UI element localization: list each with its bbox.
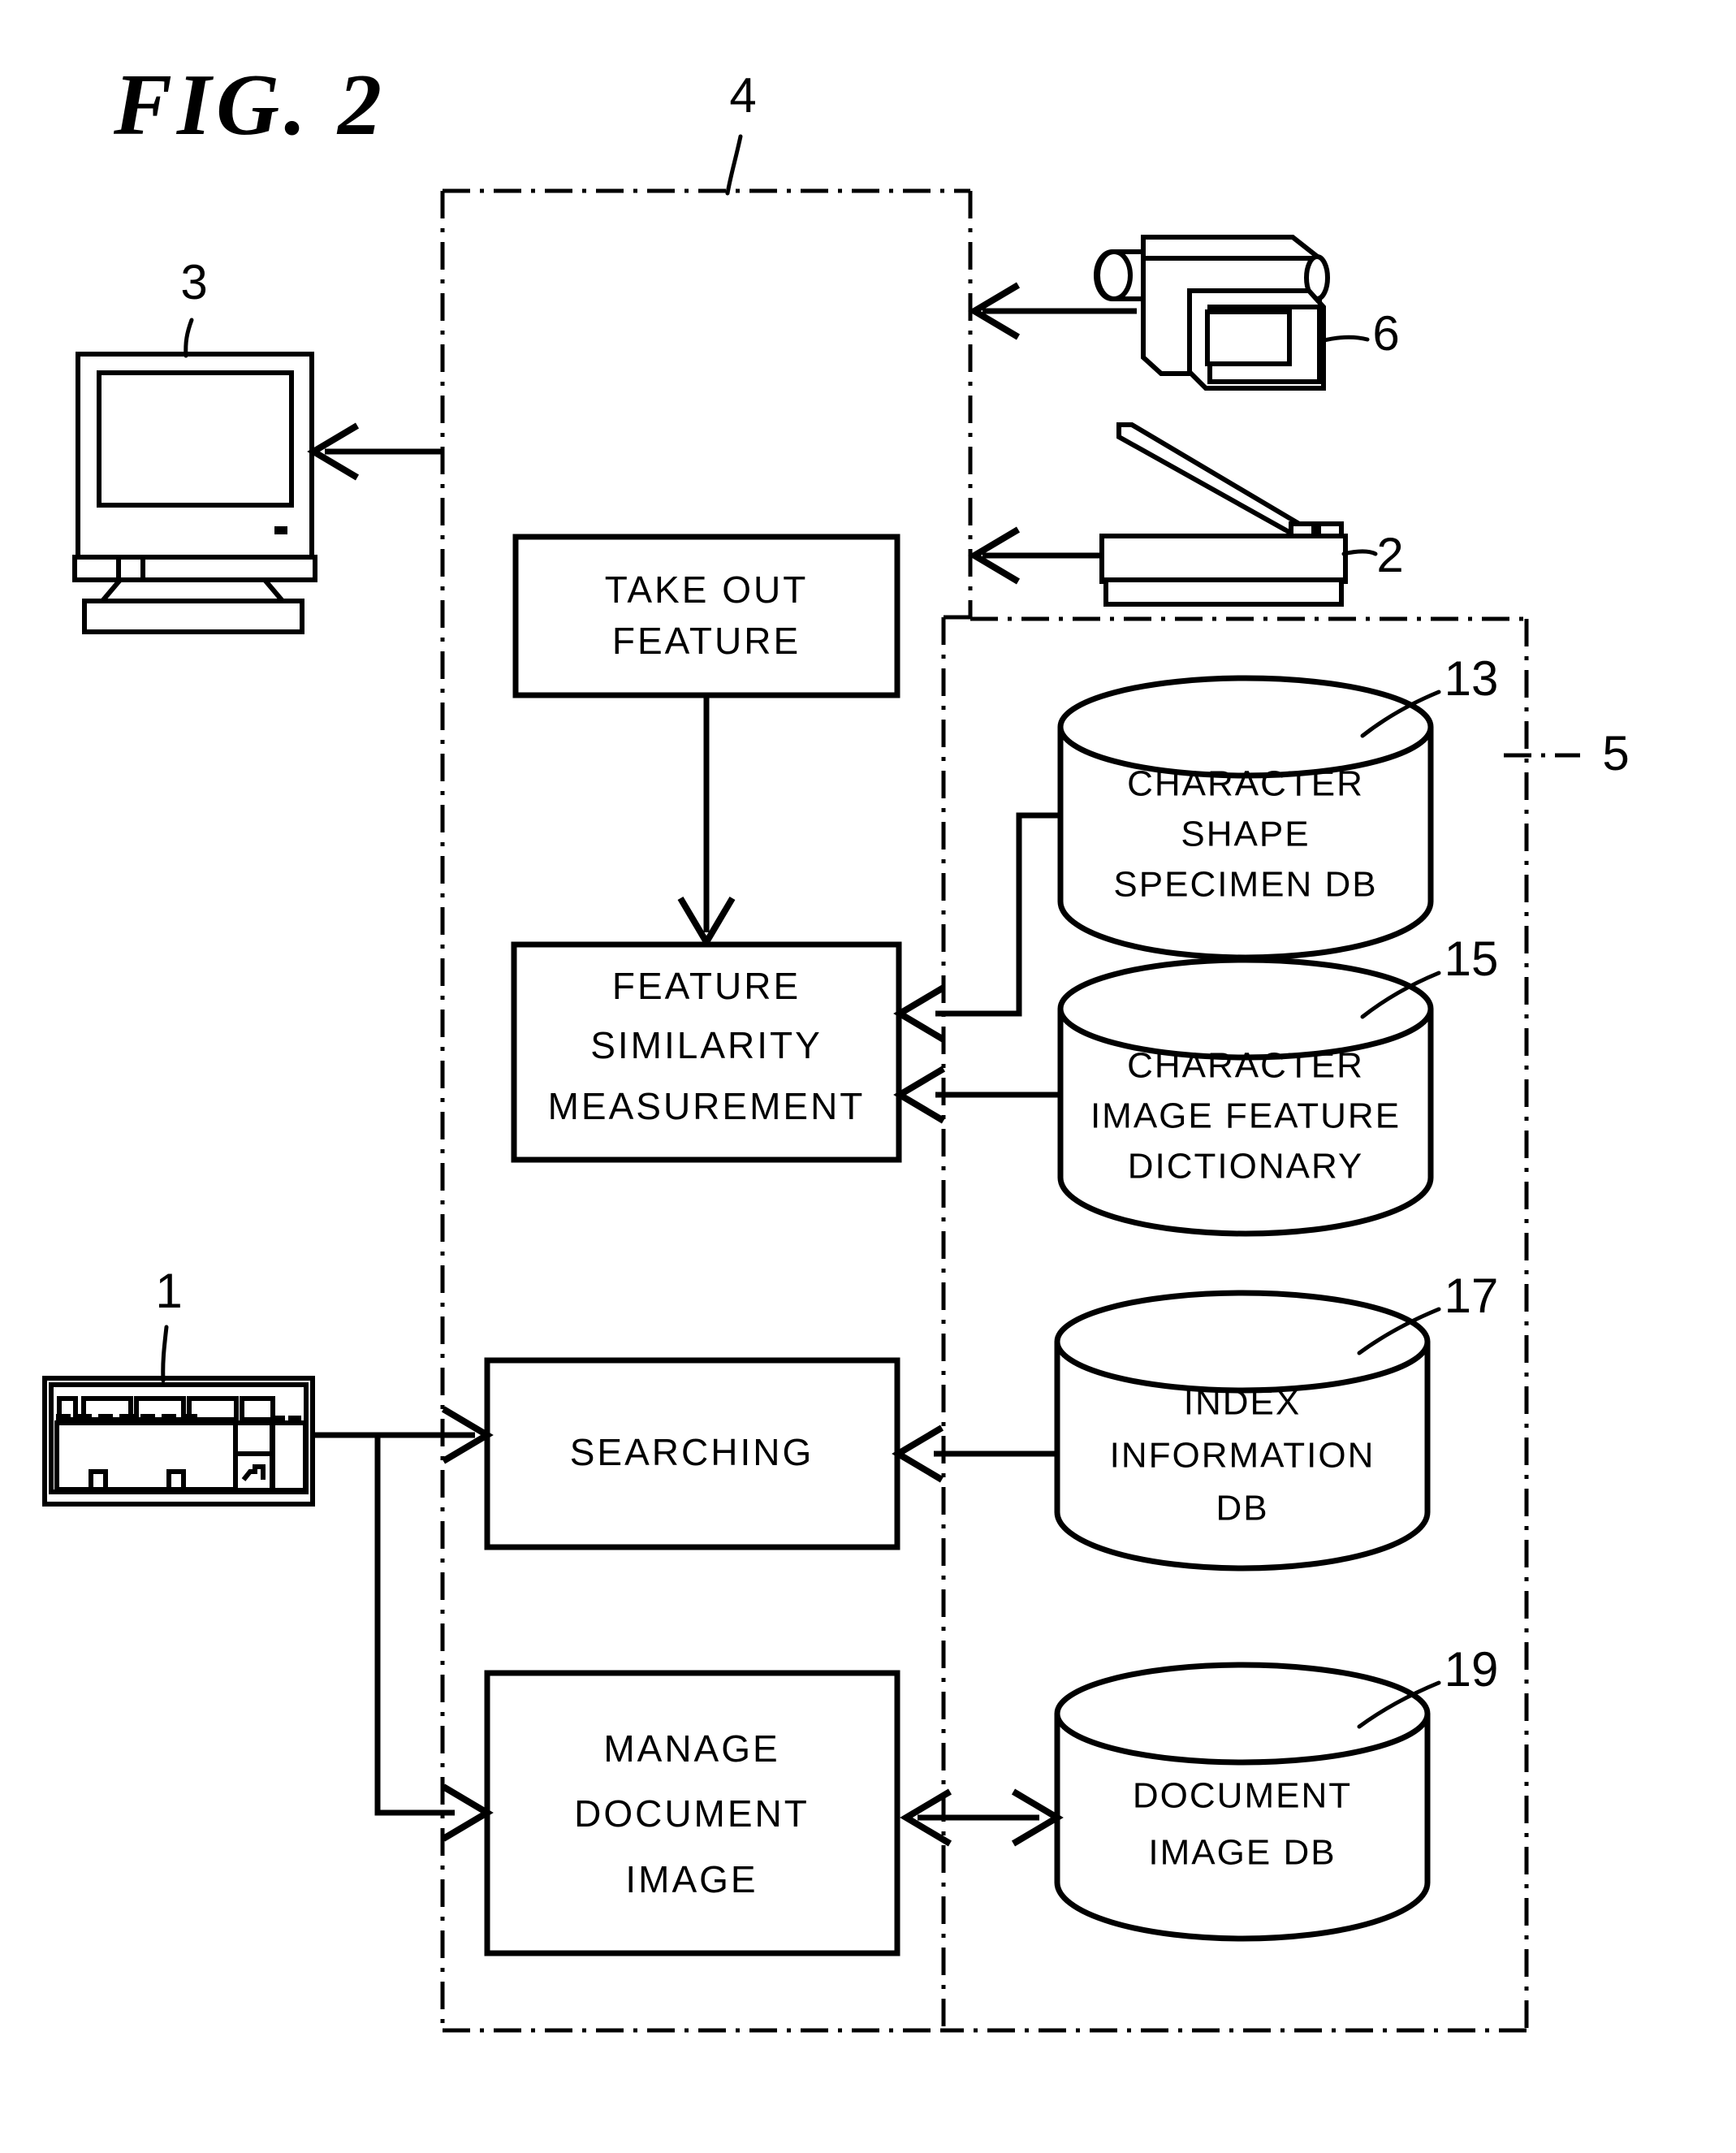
feature-similarity-label-line2: SIMILARITY (590, 1024, 823, 1066)
manage-doc-label-line1: MANAGE (603, 1727, 779, 1770)
arrow-region4-to-monitor (307, 422, 443, 481)
take-out-feature-label-line2: FEATURE (612, 620, 801, 662)
camera-lens-front (1095, 249, 1133, 301)
ref-numeral-17: 17 (1445, 1269, 1499, 1323)
db19-label-line1: DOCUMENT (1133, 1776, 1352, 1816)
scanner-body-base (1103, 577, 1344, 607)
keyboard-numpad (270, 1420, 308, 1493)
take-out-feature-label-line1: TAKE OUT (605, 569, 809, 611)
connector-managedoc-to-db19 (900, 1788, 1064, 1847)
db15-label-line2: IMAGE FEATURE (1090, 1096, 1401, 1136)
take-out-feature-rect[interactable] (512, 534, 900, 698)
keyboard-nav-cluster-top (233, 1420, 274, 1456)
searching-box[interactable]: SEARCHING (484, 1357, 900, 1550)
db19-label-line2: IMAGE DB (1148, 1833, 1336, 1873)
monitor-stand-base (82, 599, 304, 634)
db19-top-ellipse (1054, 1662, 1431, 1766)
db13-label-line2: SHAPE (1181, 815, 1310, 854)
monitor-bezel-strip (72, 555, 317, 582)
ref-numeral-13: 13 (1445, 651, 1499, 706)
db17-top-ellipse (1054, 1290, 1431, 1394)
crt-monitor-icon[interactable]: 3 (72, 255, 317, 634)
feature-similarity-label-line3: MEASUREMENT (548, 1085, 866, 1127)
db13-label-line3: SPECIMEN DB (1113, 865, 1377, 905)
db13-label-line1: CHARACTER (1127, 764, 1364, 804)
ref-numeral-15: 15 (1445, 932, 1499, 986)
connector-keyboard-to-processes (313, 1406, 494, 1842)
connector-db13-to-similarity (893, 812, 1060, 1043)
monitor-stand-neck (100, 578, 285, 603)
ref-numeral-1: 1 (155, 1264, 182, 1318)
db17-label-line3: DB (1216, 1489, 1268, 1528)
db17-label-line2: INFORMATION (1110, 1436, 1375, 1476)
index-information-db[interactable]: INDEX INFORMATION DB 17 (1054, 1269, 1499, 1572)
keyboard-fkey-group-4 (240, 1396, 275, 1422)
db17-label-line1: INDEX (1184, 1383, 1301, 1423)
figure-canvas: FIG. 2 4 5 TAKE OUT FEATURE FEATURE SIMI… (42, 57, 1630, 2033)
arrow-scanner-to-region4 (968, 526, 1102, 585)
ref-numeral-6: 6 (1372, 306, 1399, 361)
ref-numeral-3: 3 (180, 255, 207, 309)
monitor-power-led (274, 526, 287, 534)
feature-similarity-measurement-box[interactable]: FEATURE SIMILARITY MEASUREMENT (511, 941, 902, 1163)
feature-similarity-label-line1: FEATURE (612, 965, 801, 1007)
keyboard-icon[interactable]: 1 (42, 1264, 315, 1507)
manage-doc-label-line3: IMAGE (625, 1858, 758, 1900)
connector-db15-to-similarity (893, 1066, 1060, 1124)
searching-label: SEARCHING (570, 1431, 814, 1473)
ref-numeral-4: 4 (729, 68, 756, 123)
camera-lcd-inner (1205, 309, 1292, 366)
manage-document-image-box[interactable]: MANAGE DOCUMENT IMAGE (484, 1670, 900, 1956)
document-image-db[interactable]: DOCUMENT IMAGE DB 19 (1054, 1642, 1499, 1942)
monitor-screen (97, 370, 294, 508)
ref-4-leader-line (725, 134, 743, 196)
character-shape-specimen-db[interactable]: CHARACTER SHAPE SPECIMEN DB 13 (1057, 651, 1499, 961)
take-out-feature-box[interactable]: TAKE OUT FEATURE (512, 534, 900, 698)
video-camera-icon[interactable]: 6 (1094, 235, 1400, 391)
ref-3-leader-line (184, 318, 194, 358)
ref-2-leader-line (1341, 549, 1378, 556)
ref-numeral-2: 2 (1376, 528, 1403, 582)
manage-doc-label-line2: DOCUMENT (574, 1792, 810, 1835)
db13-connector-path (935, 812, 1060, 1017)
ref-numeral-19: 19 (1445, 1642, 1499, 1697)
ref-numeral-5: 5 (1602, 726, 1629, 780)
db15-label-line3: DICTIONARY (1128, 1147, 1364, 1187)
character-image-feature-dictionary[interactable]: CHARACTER IMAGE FEATURE DICTIONARY 15 (1057, 932, 1499, 1237)
ref-1-leader-line (161, 1325, 169, 1383)
flatbed-scanner-icon[interactable]: 2 (1099, 422, 1404, 607)
keyboard-main-key-area (54, 1420, 238, 1492)
arrow-takeout-to-similarity (677, 695, 736, 949)
ref-6-leader-line (1319, 335, 1370, 344)
scanner-body-top (1099, 534, 1348, 584)
patent-figure-root: FIG. 2 4 5 TAKE OUT FEATURE FEATURE SIMI… (0, 0, 1736, 2153)
connector-db17-to-searching (892, 1425, 1057, 1483)
figure-title: FIG. 2 (113, 57, 386, 153)
db15-label-line1: CHARACTER (1127, 1046, 1364, 1086)
scanner-lid (1116, 422, 1302, 543)
